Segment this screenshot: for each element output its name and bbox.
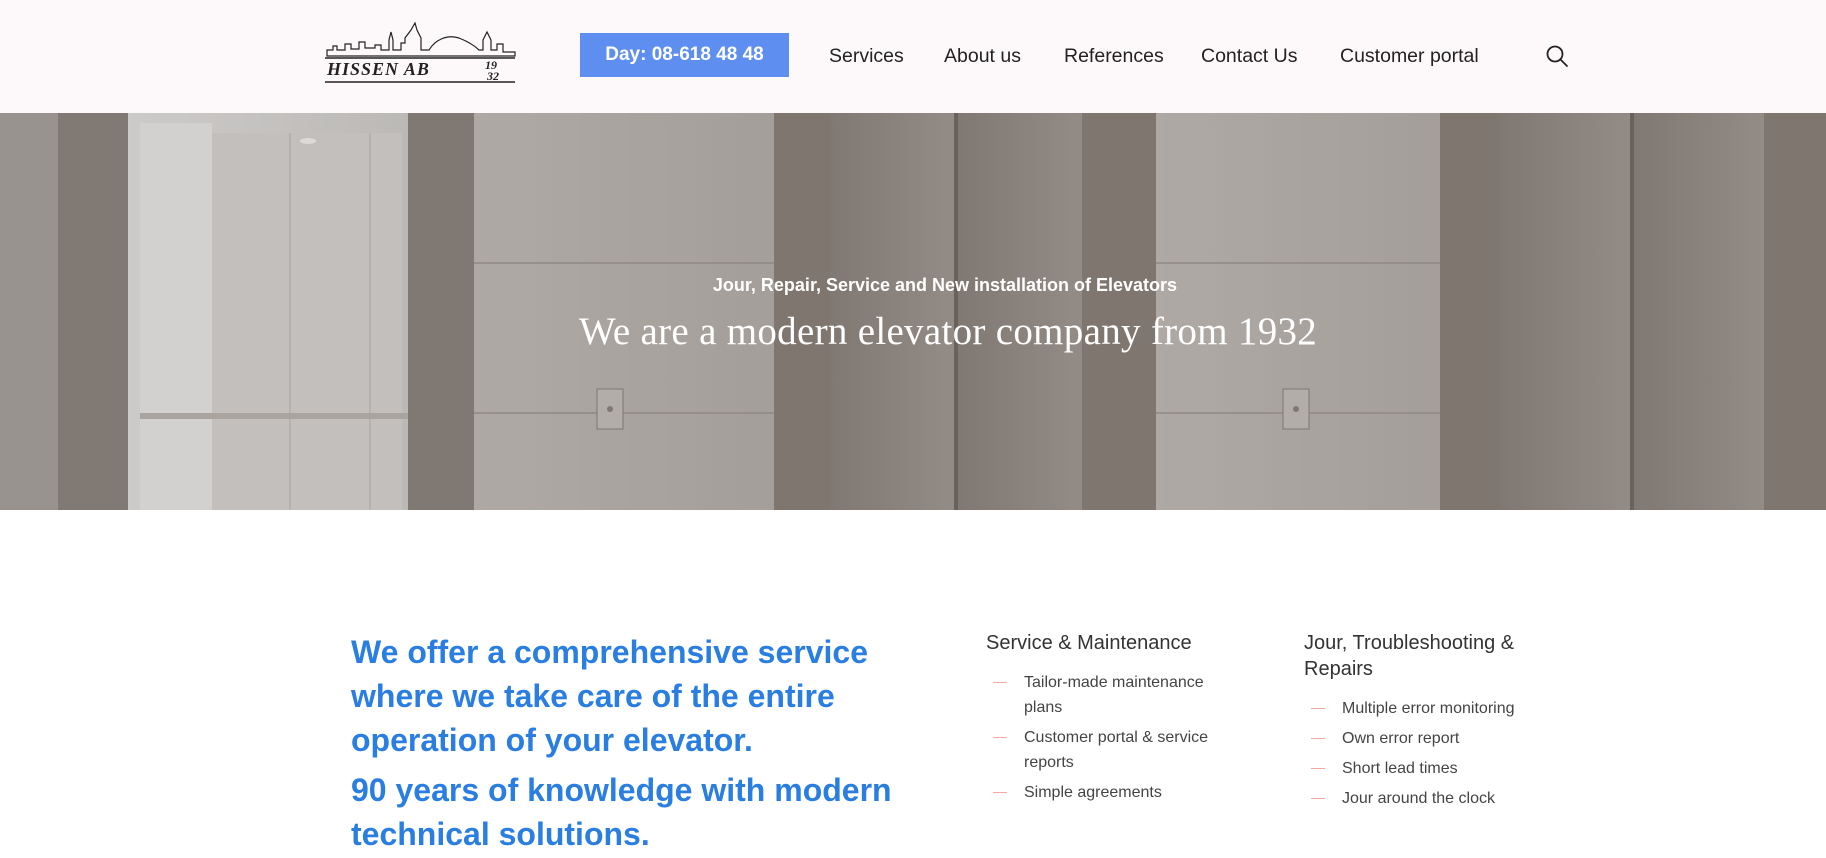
dash-icon [1311,708,1325,709]
service-maintenance-column: Service & Maintenance Tailor-made mainte… [986,630,1226,810]
column-title: Jour, Troubleshooting & Repairs [1304,632,1515,680]
skyline-logo-icon: HISSEN AB 19 32 [325,22,516,83]
dash-icon [993,792,1007,793]
svg-text:HISSEN AB: HISSEN AB [326,59,430,79]
dash-icon [1311,798,1325,799]
list-item: Own error report [1304,726,1544,751]
dash-icon [993,737,1007,738]
column-title: Service & Maintenance [986,632,1192,654]
intro-text: We offer a comprehensive service where w… [351,630,911,856]
nav-customer-portal[interactable]: Customer portal [1340,45,1479,68]
hero-title: We are a modern elevator company from 19… [578,310,1318,353]
nav-about-us[interactable]: About us [944,45,1021,68]
list-item: Multiple error monitoring [1304,696,1544,721]
nav-references[interactable]: References [1064,45,1164,68]
search-icon[interactable] [1545,44,1569,68]
phone-button[interactable]: Day: 08-618 48 48 [580,33,789,77]
list-item: Customer portal & service reports [986,725,1226,775]
nav-contact-us[interactable]: Contact Us [1201,45,1297,68]
intro-line-2: 90 years of knowledge with modern techni… [351,772,892,852]
nav-services[interactable]: Services [829,45,904,68]
list-item: Jour around the clock [1304,786,1544,811]
hero-subtitle: Jour, Repair, Service and New installati… [712,275,1178,295]
dash-icon [993,682,1007,683]
intro-line-1: We offer a comprehensive service where w… [351,634,868,758]
feature-list: Multiple error monitoring Own error repo… [1304,696,1544,811]
dash-icon [1311,738,1325,739]
company-logo[interactable]: HISSEN AB 19 32 [325,22,517,88]
list-item: Short lead times [1304,756,1544,781]
jour-repairs-column: Jour, Troubleshooting & Repairs Multiple… [1304,630,1544,816]
svg-text:32: 32 [486,69,499,83]
list-item: Simple agreements [986,780,1226,805]
site-header: HISSEN AB 19 32 Day: 08-618 48 48 Servic… [0,0,1826,113]
dash-icon [1311,768,1325,769]
feature-list: Tailor-made maintenance plans Customer p… [986,670,1226,805]
hero-banner: Jour, Repair, Service and New installati… [0,113,1826,510]
list-item: Tailor-made maintenance plans [986,670,1226,720]
